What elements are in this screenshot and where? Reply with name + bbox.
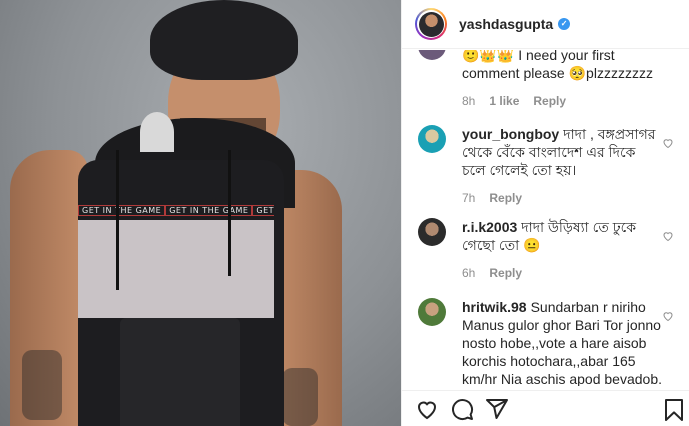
comment-meta: 6h Reply — [462, 264, 662, 282]
comment-username[interactable]: hritwik.98 — [462, 299, 527, 315]
comment-time[interactable]: 8h — [462, 92, 475, 110]
reply-button[interactable]: Reply — [489, 264, 522, 282]
post-username[interactable]: yashdasgupta — [459, 16, 553, 32]
comment-text-line: 🙂👑👑 I need your first comment please 🥺pl… — [462, 50, 662, 82]
photo-hood-lining — [140, 112, 174, 152]
heart-icon[interactable] — [662, 230, 674, 242]
post-photo[interactable]: GET IN THE GAME GET IN THE GAME GET IN T… — [0, 0, 401, 426]
comment-time[interactable]: 7h — [462, 189, 475, 207]
band-text-3: GET IN THE GAME — [252, 204, 274, 216]
bookmark-icon — [665, 399, 683, 421]
comment-meta: 7h Reply — [462, 189, 662, 207]
comment-username[interactable]: your_bongboy — [462, 126, 559, 142]
reply-button[interactable]: Reply — [489, 189, 522, 207]
post-side-panel: yashdasgupta ✓ 🙂👑👑 I need your first com… — [401, 0, 689, 426]
commenter-avatar[interactable] — [418, 50, 446, 60]
comment-button[interactable] — [450, 397, 474, 421]
comment-text-line: r.i.k2003 দাদা উড়িষ্যা তে ঢুকে গেছো তো 😐 — [462, 218, 662, 254]
comment-body: r.i.k2003 দাদা উড়িষ্যা তে ঢুকে গেছো তো 😐… — [462, 218, 662, 282]
post-actions-bar — [402, 390, 689, 426]
heart-icon[interactable] — [662, 137, 674, 149]
commenter-avatar[interactable] — [418, 125, 446, 153]
photo-tattoo-left — [22, 350, 62, 420]
post-header: yashdasgupta ✓ — [402, 0, 689, 49]
photo-hoodie-pocket — [120, 318, 240, 426]
band-text-1: GET IN THE GAME — [78, 204, 166, 216]
comment-likes[interactable]: 1 like — [489, 92, 519, 110]
comment-text-suffix: 🥺plzzzzzzzz — [568, 65, 653, 81]
save-button[interactable] — [662, 398, 686, 422]
comment-body: your_bongboy দাদা , বঙ্গপ্রসাগর থেকে বেঁক… — [462, 125, 662, 207]
comment-meta: 8h 1 like Reply — [462, 92, 662, 110]
comment-body: hritwik.98 Sundarban r niriho Manus gulor… — [462, 298, 662, 386]
like-button[interactable] — [415, 397, 439, 421]
profile-avatar[interactable] — [415, 8, 447, 40]
comment-time[interactable]: 6h — [462, 264, 475, 282]
comments-list[interactable]: 🙂👑👑 I need your first comment please 🥺pl… — [402, 50, 689, 386]
verified-badge-icon: ✓ — [558, 18, 571, 30]
heart-icon — [417, 401, 437, 419]
photo-drawstring-left — [116, 150, 119, 290]
comment-username[interactable]: r.i.k2003 — [462, 219, 517, 235]
commenter-avatar[interactable] — [418, 218, 446, 246]
emoji-icons: 🙂👑👑 — [462, 50, 515, 63]
reply-button[interactable]: Reply — [533, 92, 566, 110]
avatar-image — [418, 11, 444, 37]
comment-body: 🙂👑👑 I need your first comment please 🥺pl… — [462, 50, 662, 110]
photo-hoodie-stripe — [78, 214, 274, 318]
share-button[interactable] — [485, 397, 509, 421]
photo-hoodie-band: GET IN THE GAME GET IN THE GAME GET IN T… — [78, 200, 274, 220]
photo-drawstring-right — [228, 150, 231, 276]
avatar-inner — [417, 10, 445, 38]
heart-icon[interactable] — [662, 310, 674, 322]
comment-text-line: your_bongboy দাদা , বঙ্গপ্রসাগর থেকে বেঁক… — [462, 125, 662, 179]
send-icon — [486, 398, 508, 419]
band-text-2: GET IN THE GAME — [165, 204, 253, 216]
comment-text-line: hritwik.98 Sundarban r niriho Manus gulor… — [462, 298, 662, 386]
comment-icon — [452, 398, 474, 420]
photo-tattoo-right — [282, 368, 318, 426]
photo-hair — [150, 0, 298, 80]
commenter-avatar[interactable] — [418, 298, 446, 326]
